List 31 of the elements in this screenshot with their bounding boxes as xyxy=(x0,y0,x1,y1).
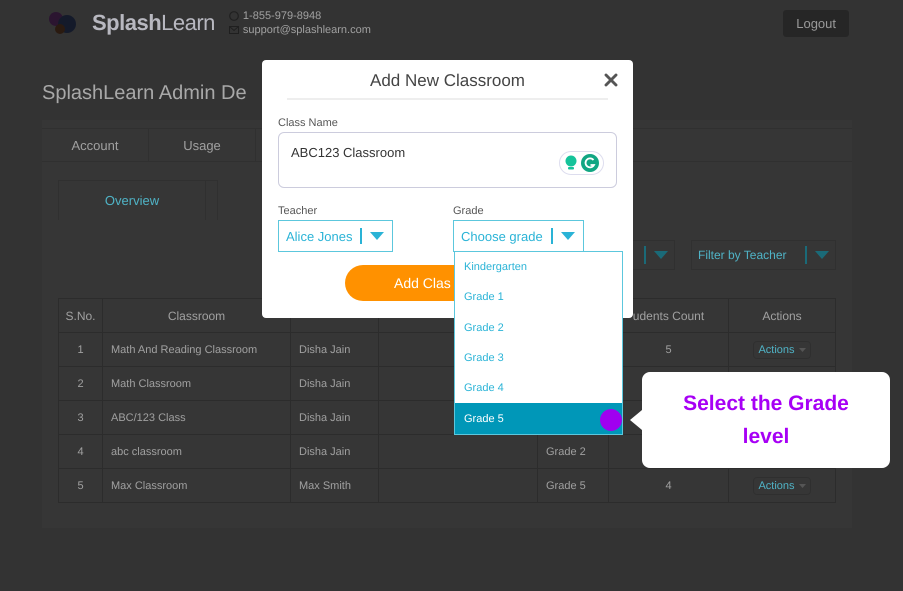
field-label: Grade xyxy=(453,205,485,217)
table-cell: Disha Jain xyxy=(299,412,350,424)
table-cell: Max Smith xyxy=(299,480,351,492)
table-cell: 5 xyxy=(665,344,672,356)
table-cell: 2 xyxy=(77,378,84,390)
table-cell: 4 xyxy=(665,480,672,492)
column-header: udents Count xyxy=(632,308,704,322)
table-cell: 3 xyxy=(77,412,84,424)
hint-callout: Select the Grade level xyxy=(642,372,890,468)
field-label: Teacher xyxy=(278,205,318,217)
table-cell: Grade 5 xyxy=(546,480,586,492)
table-cell: 1 xyxy=(77,344,84,356)
field-label: Class Name xyxy=(278,117,339,129)
table-cell: 5 xyxy=(77,480,84,492)
dialog-title: Add New Classroom xyxy=(287,60,608,100)
table-cell: Disha Jain xyxy=(299,344,350,356)
table-cell: Disha Jain xyxy=(299,378,350,390)
logo-text: SplashLearn xyxy=(92,10,215,36)
table-cell: ABC/123 Class xyxy=(111,412,186,424)
table-cell: Math Classroom xyxy=(111,378,192,390)
column-header: Actions xyxy=(762,308,802,322)
column-header: S.No. xyxy=(65,308,96,322)
table-cell: Disha Jain xyxy=(299,446,350,458)
column-header: Classroom xyxy=(168,308,226,322)
table-cell: abc classroom xyxy=(111,446,182,458)
table-cell: Grade 2 xyxy=(546,446,586,458)
table-cell: Max Classroom xyxy=(111,480,188,492)
table-cell: Math And Reading Classroom xyxy=(111,344,258,356)
table-cell: 4 xyxy=(77,446,84,458)
phone-number: 1-855-979-8948 xyxy=(242,10,322,22)
page-title: SplashLearn Admin De xyxy=(42,82,247,105)
